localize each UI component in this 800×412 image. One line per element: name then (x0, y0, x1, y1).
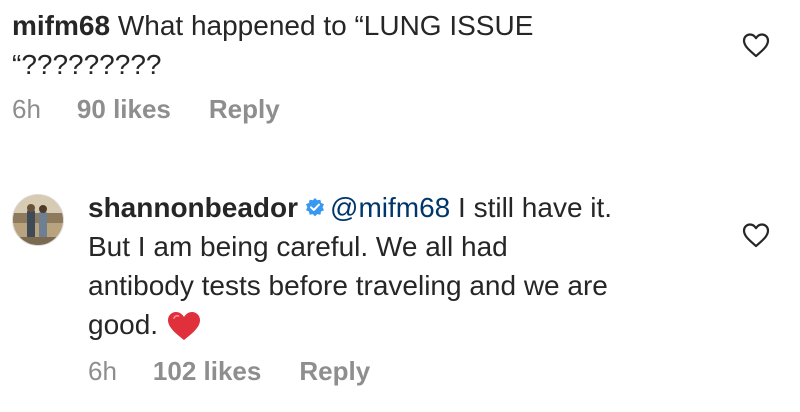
comment-text: shannonbeador @mifm68 I still have it. B… (88, 188, 748, 344)
comment-text: mifm68 What happened to “LUNG ISSUE “???… (12, 6, 712, 84)
comment-body-line2: But I am being careful. We all had (88, 231, 508, 262)
heart-outline-icon[interactable] (742, 32, 770, 58)
verified-badge-icon (306, 198, 325, 217)
comment-likes[interactable]: 102 likes (153, 356, 261, 387)
comment-body-line4: good. (88, 309, 159, 340)
comment-body-line1: What happened to “LUNG ISSUE (110, 10, 534, 41)
comment-username[interactable]: shannonbeador (88, 192, 298, 223)
mention-link[interactable]: @mifm68 (330, 192, 450, 223)
comment-likes[interactable]: 90 likes (77, 94, 171, 125)
red-heart-emoji (168, 312, 201, 340)
reply-button[interactable]: Reply (299, 356, 370, 387)
comment-body-line1: I still have it. (450, 192, 613, 223)
heart-outline-icon[interactable] (742, 222, 770, 248)
comment-time[interactable]: 6h (12, 94, 41, 125)
avatar[interactable] (12, 194, 64, 246)
comment-time[interactable]: 6h (88, 356, 117, 387)
comment-body-line3: antibody tests before traveling and we a… (88, 270, 608, 301)
comment-username[interactable]: mifm68 (12, 10, 110, 41)
profile-photo (13, 195, 63, 245)
comment-body-line2: “????????? (12, 49, 162, 80)
comment-meta: 6h 90 likes Reply (12, 94, 280, 125)
comment-meta: 6h 102 likes Reply (88, 356, 370, 387)
reply-button[interactable]: Reply (209, 94, 280, 125)
